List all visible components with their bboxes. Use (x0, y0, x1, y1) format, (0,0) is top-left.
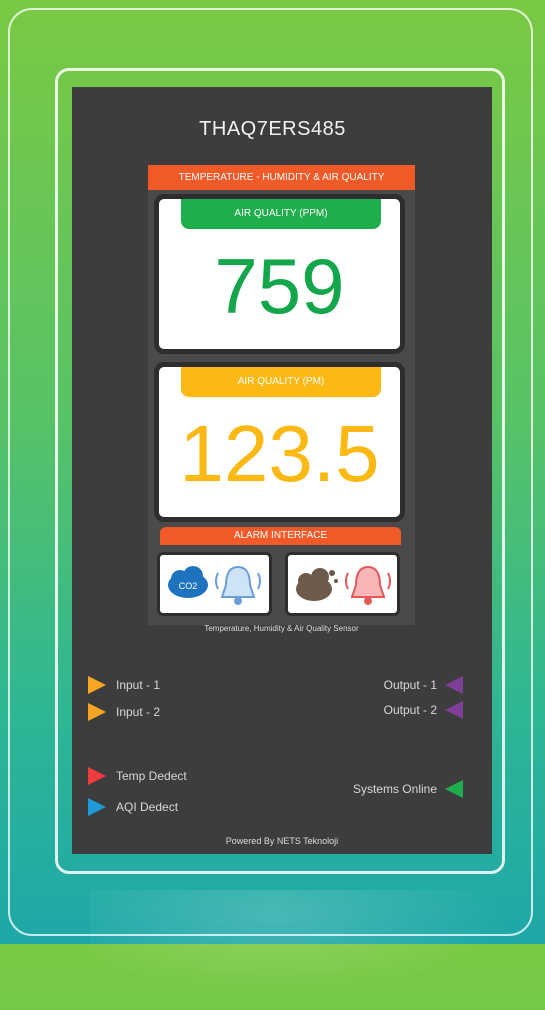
alarm-dust-cell[interactable] (285, 552, 400, 616)
aqi-detect-row: AQI Dedect (88, 798, 178, 816)
bell-icon (345, 565, 391, 605)
output-1-row: Output - 1 (384, 676, 463, 694)
dust-icon (296, 568, 338, 601)
footer-powered-by: Powered By NETS Teknoloji (225, 836, 339, 846)
alarm-co2-cell[interactable]: CO2 (157, 552, 272, 616)
air-quality-ppm-label: AIR QUALITY (PPM) (181, 199, 381, 229)
air-quality-pm-label: AIR QUALITY (PM) (181, 367, 381, 397)
air-quality-pm-card: AIR QUALITY (PM) 123.5 (154, 362, 405, 522)
air-quality-ppm-value: 759 (214, 242, 345, 330)
output-2-row: Output - 2 (384, 701, 463, 719)
aqi-detect-arrow-icon (88, 798, 106, 816)
output-1-label: Output - 1 (383, 678, 437, 692)
input-1-arrow-icon (88, 676, 106, 694)
systems-online-row: Systems Online (353, 780, 463, 798)
input-1-label: Input - 1 (116, 678, 161, 692)
systems-online-label: Systems Online (352, 782, 437, 796)
temp-detect-arrow-icon (88, 767, 106, 785)
sensor-header: TEMPERATURE - HUMIDITY & AIR QUALITY (148, 165, 415, 190)
temp-detect-label: Temp Dedect (116, 769, 187, 783)
input-2-arrow-icon (88, 703, 106, 721)
background-watermark (90, 890, 545, 1010)
systems-online-arrow-icon (445, 780, 463, 798)
output-2-arrow-icon (445, 701, 463, 719)
input-2-label: Input - 2 (116, 705, 161, 719)
aqi-detect-label: AQI Dedect (116, 800, 179, 814)
bell-icon (215, 565, 261, 605)
output-1-arrow-icon (445, 676, 463, 694)
temp-detect-row: Temp Dedect (88, 767, 187, 785)
input-1-row: Input - 1 (88, 676, 160, 694)
svg-text:CO2: CO2 (179, 581, 198, 591)
sensor-caption: Temperature, Humidity & Air Quality Sens… (204, 624, 359, 633)
output-2-label: Output - 2 (383, 703, 437, 717)
co2-cloud-icon: CO2 (168, 566, 208, 598)
air-quality-pm-value: 123.5 (179, 409, 380, 498)
input-2-row: Input - 2 (88, 703, 160, 721)
alarm-interface-header: ALARM INTERFACE (160, 527, 401, 545)
device-title: THAQ7ERS485 (199, 118, 346, 140)
air-quality-ppm-card: AIR QUALITY (PPM) 759 (154, 194, 405, 354)
